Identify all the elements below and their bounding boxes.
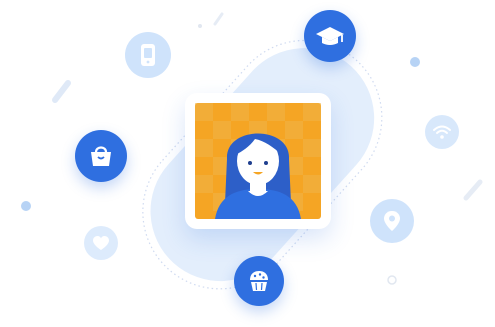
phone-badge (125, 32, 171, 78)
shopping-bag-icon (91, 146, 111, 166)
graduation-cap-badge (304, 10, 356, 62)
avatar-card (185, 93, 331, 229)
graduation-cap-icon (316, 27, 344, 45)
shopping-bag-badge (75, 130, 127, 182)
wifi-icon (433, 125, 451, 139)
location-pin-icon (384, 211, 400, 231)
cupcake-icon (250, 271, 268, 291)
phone-icon (141, 44, 155, 66)
location-badge (370, 199, 414, 243)
avatar (195, 103, 321, 219)
wifi-badge (425, 115, 459, 149)
heart-badge (84, 226, 118, 260)
heart-icon (93, 236, 109, 250)
cupcake-badge (234, 256, 284, 306)
profile-illustration (0, 0, 495, 327)
